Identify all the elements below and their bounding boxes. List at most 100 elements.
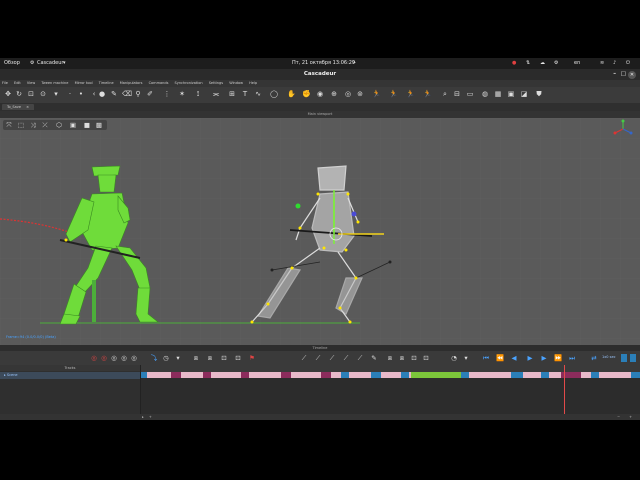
- notification-icon[interactable]: ✈: [352, 58, 356, 69]
- step-back-icon[interactable]: ⏪: [496, 354, 504, 362]
- joint-icon[interactable]: ⟟: [194, 90, 202, 98]
- tween-icon[interactable]: ⟋: [300, 354, 308, 362]
- menu-mirror-tool[interactable]: Mirror tool: [75, 81, 93, 85]
- keyboard-layout[interactable]: en: [574, 58, 580, 69]
- ik-icon[interactable]: ◉: [316, 90, 324, 98]
- chevron-down-icon[interactable]: ▾: [63, 58, 66, 69]
- frame-icon[interactable]: ⊡: [220, 354, 228, 362]
- menu-view[interactable]: View: [27, 81, 35, 85]
- world-icon[interactable]: ▦: [494, 90, 502, 98]
- zoom-in-icon[interactable]: +: [629, 414, 632, 420]
- app-menu-button[interactable]: Cascadeur: [37, 58, 63, 69]
- frame-icon[interactable]: ⊡: [234, 354, 242, 362]
- fist-icon[interactable]: ✊: [302, 90, 311, 98]
- activities-button[interactable]: Обзор: [4, 58, 20, 69]
- frame-icon[interactable]: ⊟: [453, 90, 461, 98]
- scale-icon[interactable]: ⤫: [41, 121, 49, 129]
- frame-icon[interactable]: ⊡: [410, 354, 418, 362]
- menu-edit[interactable]: Edit: [14, 81, 21, 85]
- close-tab-icon[interactable]: ×: [26, 105, 29, 109]
- menu-settings[interactable]: Settings: [209, 81, 223, 85]
- menu-file[interactable]: File: [2, 81, 8, 85]
- search-icon[interactable]: ⌕: [441, 90, 449, 98]
- pin-icon[interactable]: ⚲: [134, 90, 142, 98]
- cube-icon[interactable]: ⬡: [55, 121, 63, 129]
- loop-icon[interactable]: ⇄: [590, 354, 598, 362]
- select-icon[interactable]: ⊙: [39, 90, 47, 98]
- interpolation-icon[interactable]: ⤵: [150, 354, 158, 362]
- record-icon[interactable]: ●: [512, 58, 516, 69]
- eraser-icon[interactable]: ⌫: [122, 90, 132, 98]
- range-button[interactable]: [621, 354, 627, 362]
- menu-window[interactable]: Window: [229, 81, 243, 85]
- record-icon[interactable]: ◎: [110, 354, 118, 362]
- chain-icon[interactable]: ⫘: [212, 90, 220, 98]
- settings-icon[interactable]: ⚙: [554, 58, 558, 69]
- range-button[interactable]: [630, 354, 636, 362]
- gear-icon[interactable]: ◎: [344, 90, 352, 98]
- figure-icon[interactable]: ✶: [178, 90, 186, 98]
- next-frame-icon[interactable]: ▶: [540, 354, 548, 362]
- network-icon[interactable]: ⇅: [526, 58, 530, 69]
- menu-synchronization[interactable]: Synchronization: [175, 81, 203, 85]
- keyframe-strip[interactable]: [141, 372, 640, 378]
- gear-icon[interactable]: ⊚: [356, 90, 364, 98]
- lasso-icon[interactable]: ◯: [270, 90, 278, 98]
- text-icon[interactable]: T: [241, 90, 249, 98]
- key-icon[interactable]: ⧈: [398, 354, 406, 362]
- move-icon[interactable]: ✥: [4, 90, 12, 98]
- record-icon[interactable]: ◎: [90, 354, 98, 362]
- point-icon[interactable]: •: [77, 90, 85, 98]
- tween-icon[interactable]: ⟋: [342, 354, 350, 362]
- clock[interactable]: Пт, 21 октября 13:06:29: [292, 58, 355, 69]
- skip-forward-icon[interactable]: ⏭: [568, 354, 576, 362]
- tween-icon[interactable]: ⟋: [328, 354, 336, 362]
- track-row-scene[interactable]: ▸ Scene: [0, 372, 140, 379]
- wifi-icon[interactable]: ≋: [600, 58, 604, 69]
- maximize-icon[interactable]: □: [621, 69, 626, 80]
- cube-icon[interactable]: ▣: [507, 90, 515, 98]
- zoom-out-icon[interactable]: −: [617, 414, 620, 420]
- tween-icon[interactable]: ⟋: [314, 354, 322, 362]
- brush-icon[interactable]: ✐: [146, 90, 154, 98]
- record-icon[interactable]: ◎: [120, 354, 128, 362]
- prev-frame-icon[interactable]: ◀: [510, 354, 518, 362]
- pin-icon[interactable]: ✎: [370, 354, 378, 362]
- flag-icon[interactable]: ⚑: [248, 354, 256, 362]
- menu-help[interactable]: Help: [249, 81, 257, 85]
- menu-commands[interactable]: Commands: [149, 81, 169, 85]
- grid-icon[interactable]: ▭: [466, 90, 474, 98]
- add-icon[interactable]: +: [149, 415, 152, 419]
- shield-icon[interactable]: ⛊: [535, 90, 543, 98]
- skip-back-icon[interactable]: ⏮: [482, 354, 490, 362]
- chevron-down-icon[interactable]: ▾: [174, 354, 182, 362]
- main-viewport[interactable]: ⤧ ⬚ ⤨ ⤫ ⬡ ▣ ■ ▩ Frame=94 (0.0/0.0/0) (Be…: [0, 118, 640, 345]
- select-icon[interactable]: ⬚: [17, 121, 25, 129]
- cube-icon[interactable]: ■: [83, 121, 91, 129]
- cloud-icon[interactable]: ☁: [540, 58, 545, 69]
- expand-icon[interactable]: ▸: [142, 415, 144, 419]
- hand-icon[interactable]: ✋: [287, 90, 296, 98]
- rotate-icon[interactable]: ⤨: [29, 121, 37, 129]
- dots-icon[interactable]: ⋮: [163, 90, 171, 98]
- run-icon[interactable]: 🏃: [423, 90, 432, 98]
- record-icon[interactable]: ◎: [100, 354, 108, 362]
- power-icon[interactable]: ⏻: [626, 58, 630, 69]
- chevron-left-icon[interactable]: ‹: [90, 90, 98, 98]
- tween-icon[interactable]: ⟋: [356, 354, 364, 362]
- menu-manipulators[interactable]: Manipulators: [120, 81, 143, 85]
- move-icon[interactable]: ⤧: [5, 121, 13, 129]
- minimize-icon[interactable]: –: [613, 69, 616, 80]
- viewport-canvas[interactable]: [0, 118, 640, 345]
- cascadeur-app-icon[interactable]: ⚙: [30, 58, 34, 69]
- chevron-down-icon[interactable]: ▾: [462, 354, 470, 362]
- stopwatch-icon[interactable]: ◔: [450, 354, 458, 362]
- play-icon[interactable]: ▶: [526, 354, 534, 362]
- key-icon[interactable]: ⧈: [206, 354, 214, 362]
- key-icon[interactable]: ⧈: [192, 354, 200, 362]
- timeline-ruler[interactable]: [141, 365, 640, 372]
- rotate-icon[interactable]: ↻: [15, 90, 23, 98]
- clock-icon[interactable]: ◷: [162, 354, 170, 362]
- curve-icon[interactable]: ∿: [254, 90, 262, 98]
- lock-icon[interactable]: ⊞: [228, 90, 236, 98]
